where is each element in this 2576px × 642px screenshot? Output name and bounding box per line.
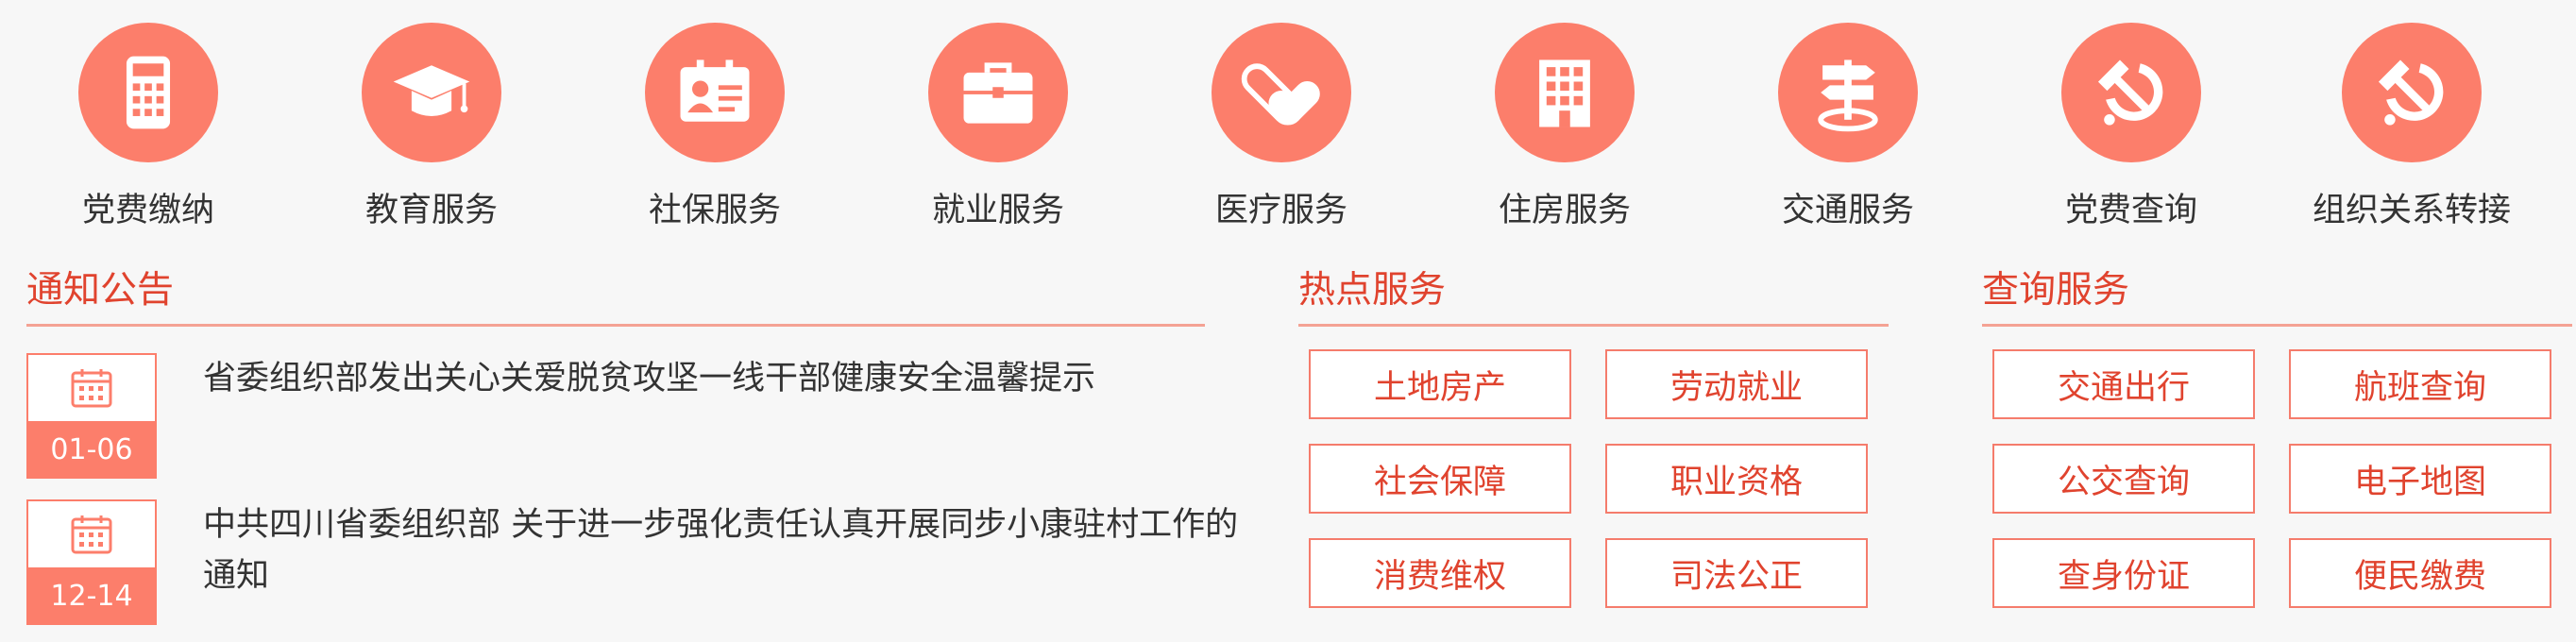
service-label: 组织关系转接 [2312, 192, 2511, 229]
service-dangfei-chaxun[interactable]: 党费查询 [2018, 23, 2245, 231]
service-jiaotong[interactable]: 交通服务 [1735, 23, 1961, 231]
service-dangfei-jiaona[interactable]: 党费缴纳 [35, 23, 262, 231]
hot-service-button[interactable]: 消费维权 [1309, 538, 1571, 608]
service-jiuye[interactable]: 就业服务 [885, 23, 1111, 231]
service-shebao[interactable]: 社保服务 [602, 23, 828, 231]
query-service-button[interactable]: 公交查询 [1992, 444, 2255, 514]
notice-date: 01-06 [26, 421, 157, 479]
query-service-button[interactable]: 便民缴费 [2289, 538, 2551, 608]
calculator-icon [78, 23, 218, 162]
query-services-divider [1982, 324, 2572, 327]
notice-link[interactable]: 中共四川省委组织部 关于进一步强化责任认真开展同步小康驻村工作的通知 [203, 499, 1251, 601]
hammer-sickle-icon [2342, 23, 2482, 162]
service-jiaoyu[interactable]: 教育服务 [318, 23, 545, 231]
service-zhufang[interactable]: 住房服务 [1451, 23, 1678, 231]
service-yiliao[interactable]: 医疗服务 [1168, 23, 1395, 231]
query-service-button[interactable]: 查身份证 [1992, 538, 2255, 608]
service-zuzhi-guanxi[interactable]: 组织关系转接 [2298, 23, 2525, 231]
building-icon [1495, 23, 1635, 162]
service-label: 党费缴纳 [81, 192, 214, 229]
hot-service-button[interactable]: 社会保障 [1309, 444, 1571, 514]
query-service-button[interactable]: 航班查询 [2289, 349, 2551, 419]
service-label: 党费查询 [2064, 192, 2197, 229]
briefcase-icon [928, 23, 1068, 162]
pill-icon [1212, 23, 1351, 162]
signpost-icon [1778, 23, 1918, 162]
notices-title: 通知公告 [26, 269, 175, 312]
hot-service-button[interactable]: 土地房产 [1309, 349, 1571, 419]
query-services-title: 查询服务 [1982, 269, 2130, 312]
service-icon-row: 党费缴纳 教育服务 社保服务 就业服务 医疗服务 住房服务 交通服务 党费查询 … [0, 0, 2576, 236]
service-label: 教育服务 [364, 192, 498, 229]
calendar-icon [71, 369, 112, 408]
id-card-icon [645, 23, 785, 162]
query-service-button[interactable]: 电子地图 [2289, 444, 2551, 514]
hot-service-button[interactable]: 职业资格 [1605, 444, 1868, 514]
service-label: 就业服务 [931, 192, 1064, 229]
hot-service-button[interactable]: 司法公正 [1605, 538, 1868, 608]
hot-service-button[interactable]: 劳动就业 [1605, 349, 1868, 419]
notice-link[interactable]: 省委组织部发出关心关爱脱贫攻坚一线干部健康安全温馨提示 [203, 353, 1242, 404]
service-label: 医疗服务 [1214, 192, 1347, 229]
hot-services-divider [1298, 324, 1889, 327]
notice-date: 12-14 [26, 567, 157, 625]
date-badge: 12-14 [26, 499, 157, 625]
service-label: 住房服务 [1498, 192, 1631, 229]
query-service-button[interactable]: 交通出行 [1992, 349, 2255, 419]
service-label: 社保服务 [648, 192, 781, 229]
service-label: 交通服务 [1781, 192, 1914, 229]
calendar-icon [71, 515, 112, 554]
graduation-cap-icon [362, 23, 501, 162]
hammer-sickle-icon [2061, 23, 2201, 162]
hot-services-title: 热点服务 [1298, 269, 1447, 312]
notices-divider [26, 324, 1205, 327]
date-badge: 01-06 [26, 353, 157, 479]
